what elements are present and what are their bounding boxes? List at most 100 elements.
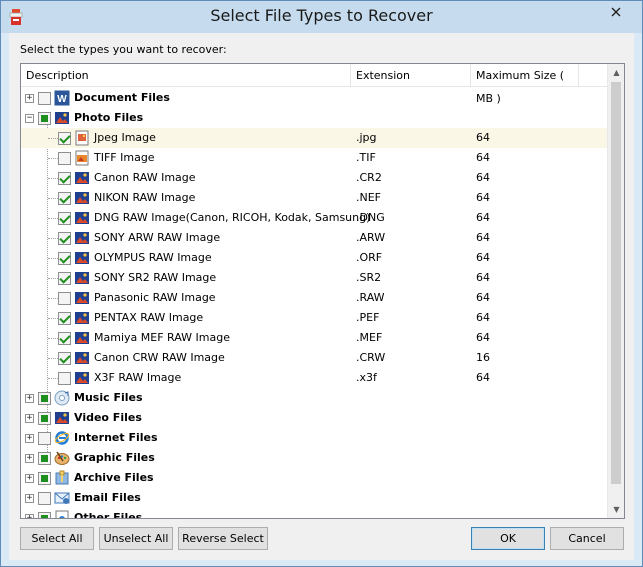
- category-checkbox[interactable]: [38, 472, 51, 485]
- category-checkbox[interactable]: [38, 512, 51, 518]
- svg-text:W: W: [57, 94, 67, 105]
- expand-icon[interactable]: +: [25, 394, 34, 403]
- dialog-window: Select File Types to Recover Select the …: [0, 0, 643, 567]
- photo-item-row[interactable]: Canon RAW Image .CR2 64: [21, 168, 608, 188]
- unselect-all-button[interactable]: Unselect All: [99, 527, 173, 550]
- item-checkbox[interactable]: [58, 192, 71, 205]
- close-button[interactable]: [596, 2, 636, 22]
- expand-icon[interactable]: +: [25, 514, 34, 518]
- scroll-thumb[interactable]: [611, 82, 621, 484]
- tree-connector-line: [48, 378, 58, 379]
- item-checkbox[interactable]: [58, 372, 71, 385]
- item-checkbox[interactable]: [58, 312, 71, 325]
- category-row-video[interactable]: + Video Files: [21, 408, 608, 428]
- photo-item-row[interactable]: X3F RAW Image .x3f 64: [21, 368, 608, 388]
- collapse-icon[interactable]: −: [25, 114, 34, 123]
- item-max-size: 64: [476, 191, 490, 204]
- photo-item-row[interactable]: PENTAX RAW Image .PEF 64: [21, 308, 608, 328]
- scroll-down-arrow-icon[interactable]: ▼: [608, 501, 624, 518]
- category-label: Photo Files: [74, 111, 144, 124]
- photo-item-row[interactable]: Panasonic RAW Image .RAW 64: [21, 288, 608, 308]
- category-row-archive[interactable]: + Archive Files: [21, 468, 608, 488]
- category-checkbox[interactable]: [38, 492, 51, 505]
- item-checkbox[interactable]: [58, 252, 71, 265]
- item-label: X3F RAW Image: [94, 371, 182, 384]
- item-checkbox[interactable]: [58, 132, 71, 145]
- reverse-select-button[interactable]: Reverse Select: [178, 527, 268, 550]
- item-max-size: 64: [476, 131, 490, 144]
- item-extension: .CR2: [356, 171, 382, 184]
- category-row-document[interactable]: + W Document Files: [21, 88, 608, 108]
- photo-item-row[interactable]: Mamiya MEF RAW Image .MEF 64: [21, 328, 608, 348]
- item-label: Mamiya MEF RAW Image: [94, 331, 230, 344]
- expand-icon[interactable]: +: [25, 474, 34, 483]
- expand-icon[interactable]: +: [25, 414, 34, 423]
- item-max-size: 64: [476, 331, 490, 344]
- tree-connector-line: [48, 218, 58, 219]
- photo-item-row[interactable]: TIFF Image .TIF 64: [21, 148, 608, 168]
- item-label: SONY ARW RAW Image: [94, 231, 221, 244]
- category-checkbox[interactable]: [38, 412, 51, 425]
- scroll-up-arrow-icon[interactable]: ▲: [608, 64, 624, 81]
- item-label: Jpeg Image: [94, 131, 156, 144]
- column-description[interactable]: Description: [21, 64, 351, 87]
- file-type-tree[interactable]: Description Extension Maximum Size ( MB …: [20, 63, 625, 519]
- category-row-music[interactable]: + Music Files: [21, 388, 608, 408]
- item-max-size: 64: [476, 171, 490, 184]
- category-checkbox[interactable]: [38, 392, 51, 405]
- expand-icon[interactable]: +: [25, 454, 34, 463]
- item-max-size: 16: [476, 351, 490, 364]
- item-label: DNG RAW Image(Canon, RICOH, Kodak, Samsu…: [94, 211, 371, 224]
- item-checkbox[interactable]: [58, 332, 71, 345]
- photo-item-row[interactable]: SONY SR2 RAW Image .SR2 64: [21, 268, 608, 288]
- item-extension: .TIF: [356, 151, 376, 164]
- item-max-size: 64: [476, 211, 490, 224]
- photo-item-row[interactable]: DNG RAW Image(Canon, RICOH, Kodak, Samsu…: [21, 208, 608, 228]
- category-checkbox[interactable]: [38, 452, 51, 465]
- category-row-graphic[interactable]: + Graphic Files: [21, 448, 608, 468]
- photo-item-row[interactable]: Jpeg Image .jpg 64: [21, 128, 608, 148]
- category-row-email[interactable]: + Email Files: [21, 488, 608, 508]
- email-icon: [54, 492, 70, 504]
- category-checkbox[interactable]: [38, 432, 51, 445]
- item-label: Canon RAW Image: [94, 171, 196, 184]
- select-all-button[interactable]: Select All: [20, 527, 94, 550]
- title-bar[interactable]: Select File Types to Recover: [1, 1, 642, 33]
- category-label: Document Files: [74, 91, 170, 104]
- column-extension[interactable]: Extension: [351, 64, 471, 87]
- item-max-size: 64: [476, 371, 490, 384]
- item-checkbox[interactable]: [58, 152, 71, 165]
- photo-item-row[interactable]: SONY ARW RAW Image .ARW 64: [21, 228, 608, 248]
- item-checkbox[interactable]: [58, 292, 71, 305]
- category-label: Archive Files: [74, 471, 154, 484]
- item-extension: .CRW: [356, 351, 386, 364]
- category-row-photo[interactable]: − Photo Files: [21, 108, 608, 128]
- other-files-icon: [55, 510, 69, 518]
- column-max-size[interactable]: Maximum Size ( MB ): [471, 64, 579, 105]
- item-checkbox[interactable]: [58, 352, 71, 365]
- window-title: Select File Types to Recover: [210, 6, 433, 25]
- item-checkbox[interactable]: [58, 212, 71, 225]
- photo-item-row[interactable]: Canon CRW RAW Image .CRW 16: [21, 348, 608, 368]
- category-row-other[interactable]: + Other Files: [21, 508, 608, 518]
- vertical-scrollbar[interactable]: ▲ ▼: [607, 64, 624, 518]
- item-checkbox[interactable]: [58, 172, 71, 185]
- tree-connector-line: [48, 338, 58, 339]
- tree-connector-line: [48, 258, 58, 259]
- expand-icon[interactable]: +: [25, 494, 34, 503]
- category-checkbox[interactable]: [38, 92, 51, 105]
- photo-item-row[interactable]: NIKON RAW Image .NEF 64: [21, 188, 608, 208]
- photo-item-row[interactable]: OLYMPUS RAW Image .ORF 64: [21, 248, 608, 268]
- expand-icon[interactable]: +: [25, 94, 34, 103]
- expand-icon[interactable]: +: [25, 434, 34, 443]
- item-label: PENTAX RAW Image: [94, 311, 204, 324]
- category-row-internet[interactable]: + Internet Files: [21, 428, 608, 448]
- category-label: Email Files: [74, 491, 141, 504]
- item-checkbox[interactable]: [58, 272, 71, 285]
- category-checkbox[interactable]: [38, 112, 51, 125]
- item-checkbox[interactable]: [58, 232, 71, 245]
- cancel-button[interactable]: Cancel: [550, 527, 624, 550]
- ok-button[interactable]: OK: [471, 527, 545, 550]
- tree-connector-line: [48, 278, 58, 279]
- item-extension: .SR2: [356, 271, 382, 284]
